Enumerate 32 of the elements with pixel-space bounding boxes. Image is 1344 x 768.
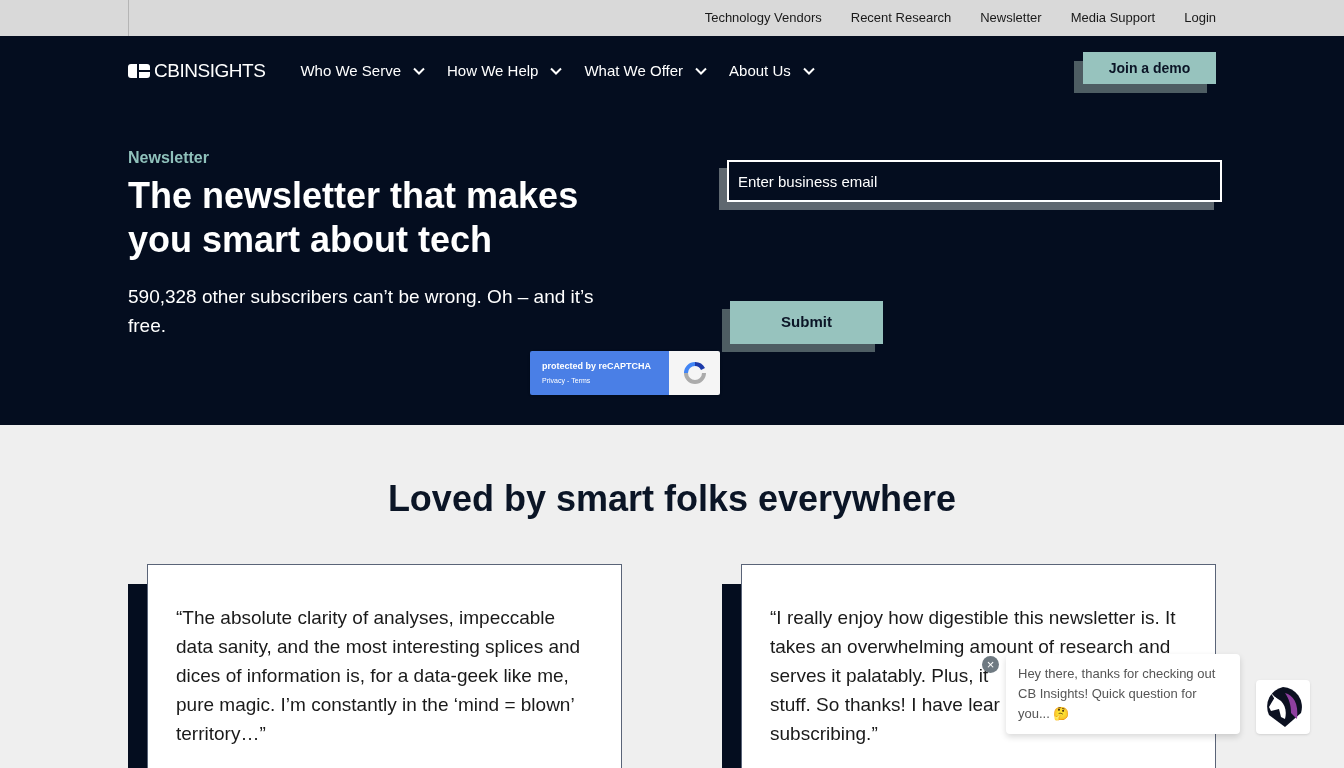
top-link[interactable]: Technology Vendors	[704, 8, 822, 28]
email-field[interactable]: Enter business email	[727, 160, 1222, 202]
quote-text: “The absolute clarity of analyses, impeccable	[176, 606, 556, 630]
chevron-down-icon	[413, 67, 425, 75]
logo-icon	[128, 64, 150, 78]
quote-text: stuff. So thanks! I have lear	[770, 693, 1000, 717]
nav-menu[interactable]: How We Help	[447, 59, 563, 83]
nav-menu[interactable]: About Us	[729, 59, 815, 83]
quote-text: “I really enjoy how digestible this newsletter is. It	[770, 606, 1176, 630]
chevron-down-icon	[695, 67, 708, 75]
eyebrow-label: Newsletter	[128, 148, 210, 168]
chevron-down-icon	[550, 67, 563, 75]
quote-text: subscribing.”	[770, 722, 878, 746]
top-link[interactable]: Newsletter	[980, 8, 1042, 28]
recaptcha-title: protected by reCAPTCHA	[542, 360, 652, 373]
nav-menu[interactable]: Who We Serve	[300, 59, 425, 83]
chevron-down-icon	[802, 67, 815, 75]
quote-text: data sanity, and the most interesting splices and	[176, 635, 581, 659]
top-link[interactable]: Login	[1184, 8, 1216, 28]
hero-subtitle: 590,328 other subscribers can’t be wrong. Oh – and it’s free.	[128, 285, 595, 338]
logo-text[interactable]: CBINSIGHTS	[154, 56, 266, 86]
hero-title: The newsletter that makes you smart about tech	[128, 174, 580, 262]
nav-menu[interactable]: What We Offer	[584, 59, 708, 83]
quote-text: pure magic. I’m constantly in the ‘mind = blown’	[176, 693, 575, 717]
section-title: Loved by smart folks everywhere	[386, 477, 958, 521]
top-link[interactable]: Media Support	[1070, 8, 1156, 28]
top-link[interactable]: Recent Research	[850, 8, 952, 28]
quote-text: takes an overwhelming amount of research and	[770, 635, 1171, 659]
quote-text: dices of information is, for a data-geek like me,	[176, 664, 569, 688]
chat-avatar[interactable]	[1256, 680, 1310, 734]
chat-message: Hey there, thanks for checking out CB Insights! Quick question for you... 🤔	[1018, 665, 1217, 723]
quote-text: territory…”	[176, 722, 266, 746]
